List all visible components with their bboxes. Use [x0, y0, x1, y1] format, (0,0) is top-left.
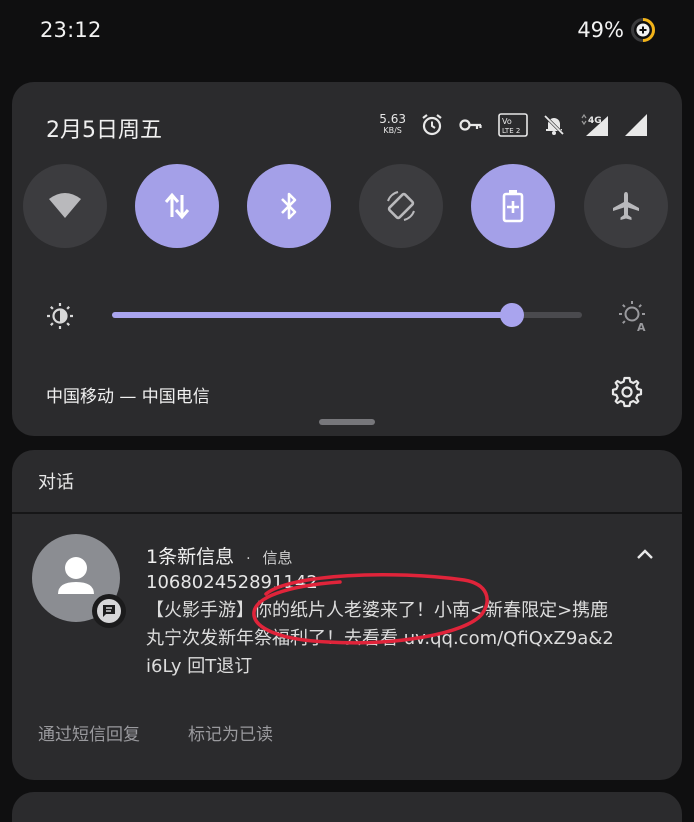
- chevron-up-icon[interactable]: [634, 544, 656, 566]
- status-icons: 5.63 KB/S Vo LTE 2 4G: [379, 110, 648, 140]
- carrier-label: 中国移动 — 中国电信: [46, 387, 210, 407]
- svg-text:A: A: [637, 321, 646, 332]
- net-speed-value: 5.63: [379, 112, 406, 126]
- volte-icon: Vo LTE 2: [498, 113, 528, 137]
- alarm-icon: [422, 114, 442, 136]
- svg-text:Vo: Vo: [502, 117, 512, 126]
- auto-brightness-icon[interactable]: A: [618, 300, 650, 332]
- battery-saver-icon: [502, 190, 524, 223]
- signal-4g-icon: 4G: [581, 113, 608, 136]
- battery-charging-icon: [631, 18, 655, 42]
- svg-text:LTE 2: LTE 2: [502, 127, 520, 135]
- mark-read-button[interactable]: 标记为已读: [188, 720, 273, 745]
- key-icon: [459, 119, 482, 131]
- tile-mobile-data[interactable]: [135, 164, 219, 248]
- sender-number: 10680245289114​2: [146, 572, 318, 593]
- brightness-slider[interactable]: [112, 303, 582, 327]
- brightness-low-icon: [47, 303, 73, 329]
- notification-title-row: 1条新信息 · 信息: [146, 542, 293, 569]
- brightness-thumb[interactable]: [499, 303, 524, 327]
- separator-dot: ·: [246, 551, 251, 567]
- tile-battery-saver[interactable]: [471, 164, 555, 248]
- tile-auto-rotate[interactable]: [359, 164, 443, 248]
- bell-off-icon: [543, 114, 565, 136]
- message-body[interactable]: 【火影手游】你的纸片人老婆来了！小南<新春限定>携鹿丸宁次发新年祭福利了！去看看…: [146, 597, 616, 681]
- message-icon: [103, 605, 115, 617]
- settings-gear-icon[interactable]: [610, 375, 644, 409]
- wifi-icon: [49, 193, 81, 218]
- notification-actions: 通过短信回复 标记为已读: [38, 720, 273, 745]
- tile-wifi[interactable]: [23, 164, 107, 248]
- section-header: 对话: [38, 472, 74, 493]
- reply-button[interactable]: 通过短信回复: [38, 720, 140, 745]
- conversation-card: 对话 1条新信息 · 信息 10680245289114​2 【火影手游】你的纸…: [12, 450, 682, 780]
- clock: 23:12: [40, 18, 102, 42]
- signal-icon: [625, 114, 647, 136]
- brightness-fill: [112, 312, 512, 318]
- drag-handle[interactable]: [319, 419, 375, 425]
- app-name: 信息: [262, 549, 293, 567]
- net-speed-unit: KB/S: [383, 126, 402, 135]
- battery-percent: 49%: [577, 18, 624, 42]
- airplane-icon: [613, 192, 639, 220]
- auto-rotate-icon: [387, 191, 415, 221]
- next-notification-card: [12, 792, 682, 822]
- tile-airplane-mode[interactable]: [584, 164, 668, 248]
- status-bar: 23:12 49%: [0, 0, 694, 64]
- divider: [12, 512, 682, 514]
- mobile-data-arrows-icon: [164, 192, 190, 220]
- quick-settings-panel: 2月5日周五 5.63 KB/S Vo LTE 2 4G A 中国移动 — 中国…: [12, 82, 682, 436]
- tile-bluetooth[interactable]: [247, 164, 331, 248]
- messages-app-badge: [92, 594, 126, 628]
- brightness-row: A: [12, 294, 682, 334]
- net-speed: 5.63 KB/S: [379, 112, 406, 136]
- date-label[interactable]: 2月5日周五: [46, 112, 162, 144]
- bluetooth-icon: [281, 192, 297, 220]
- notification-title: 1条新信息: [146, 546, 235, 568]
- quick-tiles: [22, 164, 672, 250]
